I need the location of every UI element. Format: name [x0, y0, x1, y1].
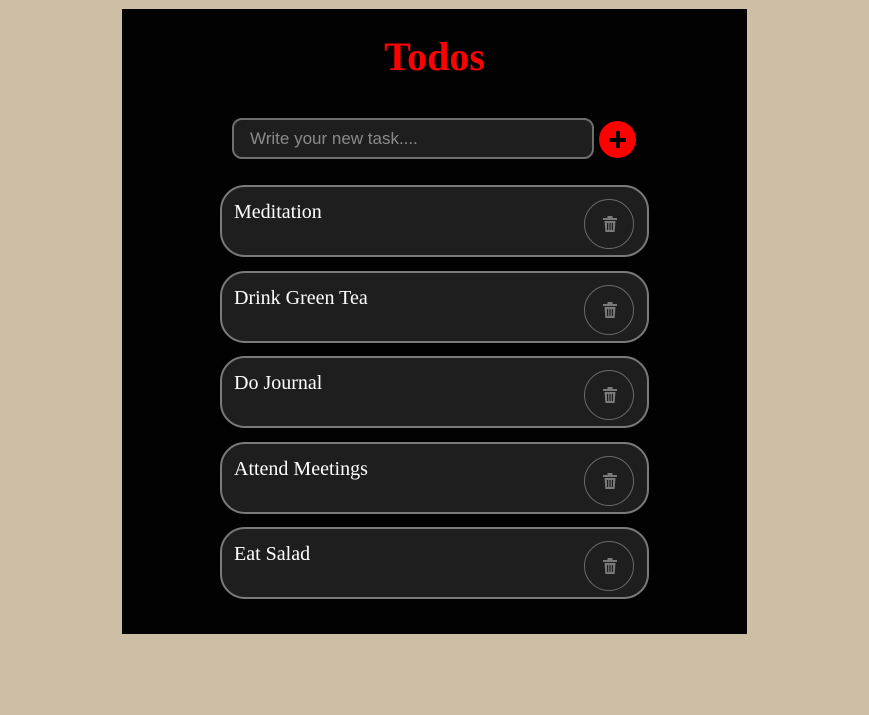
delete-button[interactable]	[584, 370, 634, 420]
todo-text: Attend Meetings	[234, 457, 368, 480]
todo-list: Meditation Drink Green Tea Do Journal At…	[220, 185, 649, 613]
todo-text: Drink Green Tea	[234, 286, 368, 309]
delete-button[interactable]	[584, 199, 634, 249]
todo-text: Meditation	[234, 201, 322, 223]
todo-item: Meditation	[220, 185, 649, 257]
add-task-button[interactable]	[599, 121, 636, 158]
todo-text: Do Journal	[234, 372, 323, 394]
plus-icon	[609, 131, 626, 148]
new-task-input[interactable]	[232, 118, 594, 159]
todo-item: Drink Green Tea	[220, 270, 649, 343]
todo-item: Do Journal	[220, 356, 649, 428]
todo-item: Eat Salad	[220, 527, 649, 599]
delete-button[interactable]	[584, 455, 634, 506]
trash-icon	[603, 301, 617, 318]
delete-button[interactable]	[584, 541, 634, 591]
todo-item: Attend Meetings	[220, 441, 649, 514]
delete-button[interactable]	[584, 284, 634, 335]
todo-text: Eat Salad	[234, 543, 311, 565]
trash-icon	[603, 558, 617, 574]
trash-icon	[603, 472, 617, 489]
trash-icon	[603, 216, 617, 232]
page-title: Todos	[384, 34, 485, 79]
trash-icon	[603, 387, 617, 403]
todo-app: Todos Meditation Drink Green Tea	[122, 9, 747, 634]
